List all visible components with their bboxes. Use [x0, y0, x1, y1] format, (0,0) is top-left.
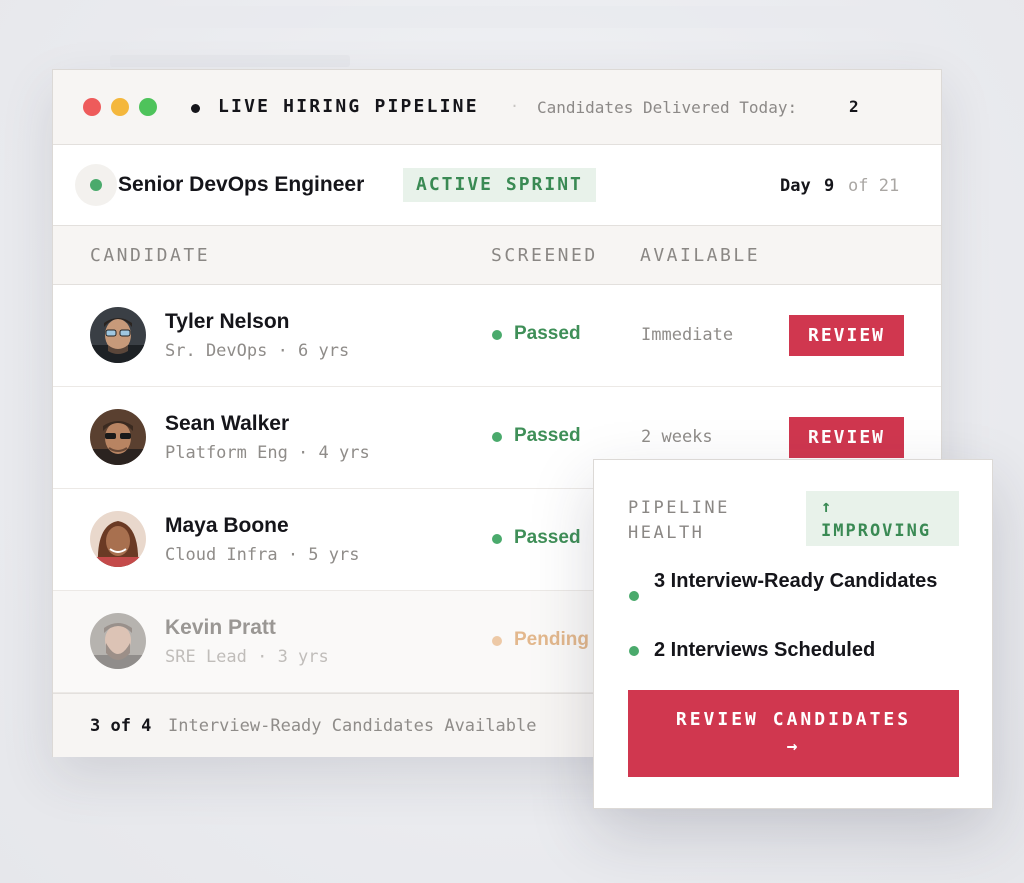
- window-title: LIVE HIRING PIPELINE: [218, 96, 479, 117]
- review-button[interactable]: REVIEW: [789, 417, 904, 458]
- arrow-up-icon: ↑: [821, 497, 834, 517]
- job-header: Senior DevOps Engineer ACTIVE SPRINT Day…: [53, 145, 941, 226]
- status-dot-icon: [90, 179, 102, 191]
- minimize-window-button[interactable]: [111, 98, 129, 116]
- column-header-available: AVAILABLE: [640, 245, 761, 266]
- screened-status: Passed: [514, 425, 581, 446]
- delivered-today-count: 2: [849, 97, 859, 116]
- candidate-role: SRE Lead · 3 yrs: [165, 647, 329, 667]
- close-window-button[interactable]: [83, 98, 101, 116]
- arrow-right-icon: →: [786, 736, 801, 757]
- avatar: [90, 307, 146, 363]
- improving-badge: ↑ IMPROVING: [806, 491, 959, 546]
- table-header: CANDIDATE SCREENED AVAILABLE: [53, 226, 941, 285]
- review-button[interactable]: REVIEW: [789, 315, 904, 356]
- background-text-blur: [110, 55, 350, 67]
- candidate-name: Sean Walker: [165, 412, 290, 435]
- ready-count-label: Interview-Ready Candidates Available: [168, 716, 537, 736]
- avatar: [90, 511, 146, 567]
- job-title: Senior DevOps Engineer: [118, 173, 365, 196]
- avatar: [90, 409, 146, 465]
- pipeline-health-label: PIPELINE HEALTH: [628, 498, 730, 543]
- screened-status-dot-icon: [492, 432, 502, 442]
- health-item: 2 Interviews Scheduled: [654, 639, 876, 661]
- review-candidates-label: REVIEW CANDIDATES: [675, 709, 912, 730]
- column-header-candidate: CANDIDATE: [90, 245, 211, 266]
- screened-status-dot-icon: [492, 534, 502, 544]
- availability: 2 weeks: [641, 427, 713, 447]
- background-window-blur: [90, 6, 940, 28]
- column-header-screened: SCREENED: [491, 245, 598, 266]
- ready-count: 3 of 4: [90, 716, 152, 736]
- screened-status-dot-icon: [492, 330, 502, 340]
- screened-status: Passed: [514, 527, 581, 548]
- review-candidates-button[interactable]: REVIEW CANDIDATES →: [628, 690, 959, 777]
- delivered-today-label: Candidates Delivered Today:: [537, 98, 798, 117]
- candidate-role: Sr. DevOps · 6 yrs: [165, 341, 350, 361]
- bullet-dot-icon: [629, 646, 639, 656]
- window-titlebar: LIVE HIRING PIPELINE · Candidates Delive…: [53, 70, 941, 145]
- candidate-name: Maya Boone: [165, 514, 289, 537]
- screened-status-dot-icon: [492, 636, 502, 646]
- live-indicator-icon: [191, 104, 200, 113]
- job-status-indicator: [75, 164, 117, 206]
- bullet-dot-icon: [629, 591, 639, 601]
- availability: Immediate: [641, 325, 734, 345]
- maximize-window-button[interactable]: [139, 98, 157, 116]
- candidate-role: Cloud Infra · 5 yrs: [165, 545, 360, 565]
- day-total: of 21: [848, 176, 900, 196]
- sprint-status-badge: ACTIVE SPRINT: [403, 168, 596, 202]
- day-label: Day: [780, 176, 811, 196]
- title-separator: ·: [510, 97, 520, 115]
- avatar: [90, 613, 146, 669]
- screened-status: Pending: [514, 629, 589, 650]
- candidate-role: Platform Eng · 4 yrs: [165, 443, 370, 463]
- improving-label: IMPROVING: [821, 521, 932, 541]
- health-item: 3 Interview-Ready Candidates: [654, 570, 938, 592]
- pipeline-health-card: PIPELINE HEALTH ↑ IMPROVING 3 Interview-…: [593, 459, 993, 809]
- day-current: 9: [824, 176, 835, 196]
- table-row[interactable]: Tyler Nelson Sr. DevOps · 6 yrs Passed I…: [53, 285, 941, 387]
- candidate-name: Tyler Nelson: [165, 310, 290, 333]
- candidate-name: Kevin Pratt: [165, 616, 276, 639]
- screened-status: Passed: [514, 323, 581, 344]
